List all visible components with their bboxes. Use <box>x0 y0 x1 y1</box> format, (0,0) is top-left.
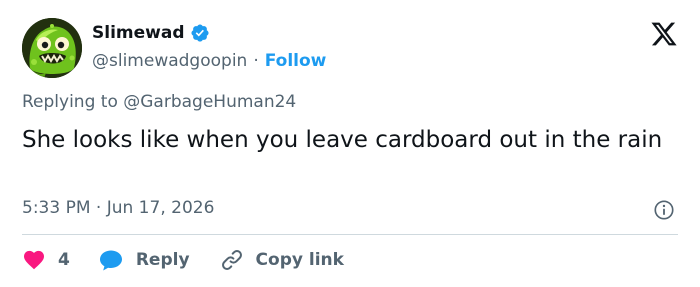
tweet-date: Jun 17, 2026 <box>106 198 215 218</box>
tweet-card: Slimewad @slimewadgoopin · Follow Replyi… <box>0 0 700 287</box>
meta-separator: · <box>95 198 102 218</box>
tweet-text: She looks like when you leave cardboard … <box>22 127 663 153</box>
copy-link-label: Copy link <box>255 250 344 270</box>
action-bar: 4 Reply Copy link <box>22 246 344 274</box>
like-button[interactable]: 4 <box>22 248 70 272</box>
avatar[interactable] <box>22 18 82 78</box>
copy-link-button[interactable]: Copy link <box>220 248 344 272</box>
verified-badge-icon <box>190 24 209 42</box>
replying-to-prefix: Replying to <box>22 92 118 112</box>
tweet-time: 5:33 PM <box>22 198 91 218</box>
speech-bubble-icon <box>99 250 122 271</box>
replying-to: Replying to @GarbageHuman24 <box>22 92 296 112</box>
reply-button[interactable]: Reply <box>98 248 190 272</box>
follow-button[interactable]: Follow <box>265 51 327 71</box>
handle[interactable]: @slimewadgoopin <box>92 51 247 71</box>
handle-row: @slimewadgoopin · Follow <box>92 51 326 71</box>
heart-icon <box>24 250 44 270</box>
replying-to-mention[interactable]: @GarbageHuman24 <box>123 92 296 112</box>
info-icon[interactable] <box>653 199 675 221</box>
link-icon <box>221 250 242 270</box>
separator: · <box>253 51 259 71</box>
like-count: 4 <box>58 250 70 270</box>
slime-monster-avatar-icon <box>22 18 82 78</box>
x-logo-icon[interactable] <box>650 20 678 48</box>
author-info: Slimewad @slimewadgoopin · Follow <box>92 22 326 71</box>
name-row: Slimewad <box>92 22 326 44</box>
tweet-timestamp[interactable]: 5:33 PM · Jun 17, 2026 <box>22 198 214 218</box>
display-name[interactable]: Slimewad <box>92 23 185 43</box>
reply-label: Reply <box>135 250 190 270</box>
divider <box>22 234 678 235</box>
